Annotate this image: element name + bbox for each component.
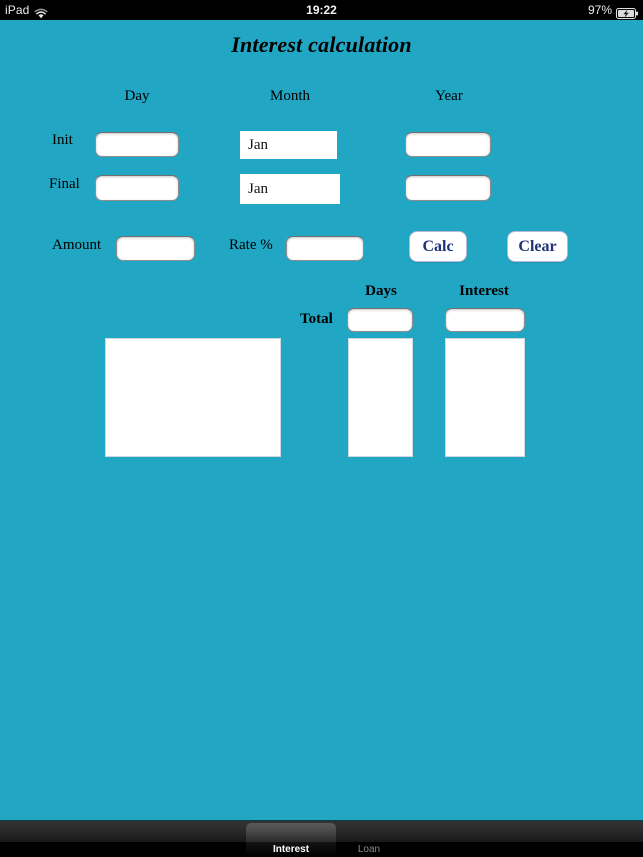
init-day-input[interactable] <box>95 132 179 157</box>
total-label: Total <box>300 311 333 327</box>
status-bar: iPad 19:22 97% <box>0 0 643 20</box>
final-day-input[interactable] <box>95 175 179 201</box>
tab-interest[interactable]: Interest <box>246 823 336 857</box>
amount-label: Amount <box>52 237 102 253</box>
detail-results-list[interactable] <box>105 338 281 457</box>
page-title: Interest calculation <box>231 32 412 57</box>
ipad-screen: iPad 19:22 97% Interest calculation Day … <box>0 0 643 857</box>
battery-charging-icon <box>616 5 638 19</box>
tab-loan[interactable]: Loan <box>324 823 414 857</box>
status-bar-right: 97% <box>588 0 638 20</box>
amount-input[interactable] <box>116 236 195 261</box>
tab-bar-top-hairline <box>0 820 643 821</box>
rate-input[interactable] <box>286 236 364 261</box>
final-year-input[interactable] <box>405 175 491 201</box>
interest-results-list[interactable] <box>445 338 525 457</box>
init-month-picker[interactable]: Jan <box>240 131 337 159</box>
tab-bar: Interest Loan <box>0 820 643 857</box>
row-label-init: Init <box>52 132 73 148</box>
total-days-output[interactable] <box>347 308 413 332</box>
rate-label: Rate % <box>229 237 273 253</box>
final-month-picker[interactable]: Jan <box>240 174 340 204</box>
main-content: Interest calculation Day Month Year Init… <box>0 20 643 820</box>
battery-percent-label: 97% <box>587 3 612 17</box>
column-header-month: Month <box>269 88 310 104</box>
row-label-final: Final <box>49 176 80 192</box>
init-year-input[interactable] <box>405 132 491 157</box>
total-interest-output[interactable] <box>445 308 525 332</box>
tab-interest-label: Interest <box>272 844 310 855</box>
tab-loan-label: Loan <box>357 844 381 855</box>
column-header-year: Year <box>435 88 463 104</box>
clear-button[interactable]: Clear <box>507 231 568 262</box>
days-results-list[interactable] <box>348 338 413 457</box>
results-header-interest: Interest <box>459 283 509 299</box>
column-header-day: Day <box>124 88 150 104</box>
calc-button[interactable]: Calc <box>409 231 467 262</box>
results-header-days: Days <box>365 283 397 299</box>
status-bar-clock: 19:22 <box>306 3 337 17</box>
